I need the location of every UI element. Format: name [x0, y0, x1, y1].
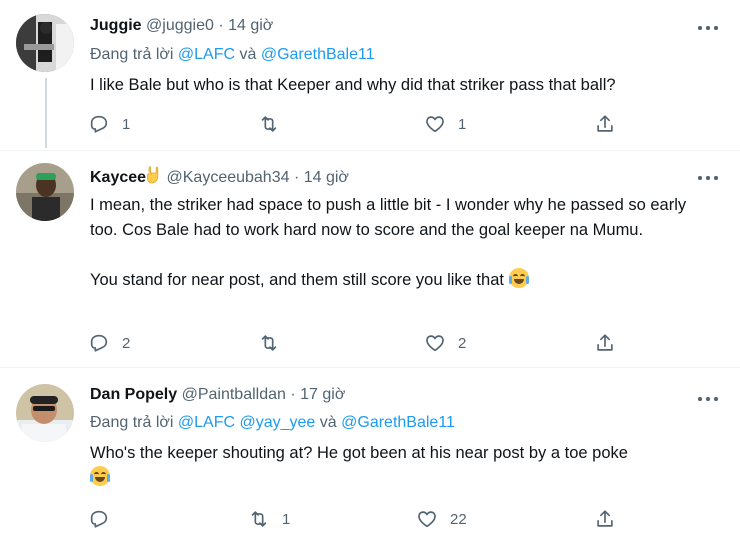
more-icon[interactable]: [696, 392, 720, 406]
display-name[interactable]: Juggie: [90, 17, 142, 34]
tweet-header: Juggie @juggie0 · 14 giờ: [90, 17, 273, 35]
retweet-icon: [261, 116, 277, 132]
reply-count: 2: [122, 334, 131, 352]
reply-button[interactable]: 2: [88, 329, 130, 357]
heart-icon: [426, 335, 444, 352]
tweet-juggie[interactable]: Juggie @juggie0 · 14 giờ Đang trả lời @L…: [0, 0, 740, 150]
tweet-text: I mean, the striker had space to push a …: [90, 193, 710, 293]
mention-link[interactable]: @yay_yee: [239, 414, 315, 431]
tweet-actions: 1 22: [88, 505, 628, 533]
replying-to: Đang trả lời @LAFC @yay_yee và @GarethBa…: [90, 414, 455, 432]
like-count: 2: [458, 334, 467, 352]
heart-icon: [426, 116, 444, 133]
tweet-actions: 2 2: [88, 329, 628, 357]
replying-prefix: Đang trả lời: [90, 414, 174, 431]
like-count: 1: [458, 115, 467, 133]
share-icon: [597, 510, 613, 527]
share-button[interactable]: [594, 505, 616, 533]
reply-icon: [90, 510, 108, 528]
timestamp[interactable]: 14 giờ: [228, 17, 273, 34]
timestamp[interactable]: 17 giờ: [300, 386, 345, 403]
like-count: 22: [450, 510, 467, 528]
replying-and: và: [239, 46, 257, 63]
share-button[interactable]: [594, 110, 616, 138]
more-icon[interactable]: [696, 171, 720, 185]
retweet-button[interactable]: 1: [248, 505, 290, 533]
reply-count: 1: [122, 115, 131, 133]
avatar[interactable]: [16, 14, 74, 72]
emoji-line: [90, 466, 710, 491]
like-button[interactable]: 1: [424, 110, 466, 138]
avatar[interactable]: [16, 163, 74, 221]
tweet-text: Who's the keeper shouting at? He got bee…: [90, 441, 710, 491]
mention-link[interactable]: @GarethBale11: [341, 414, 455, 431]
handle[interactable]: @Kayceeubah34: [167, 169, 290, 186]
mention-link[interactable]: @LAFC: [178, 414, 235, 431]
retweet-button[interactable]: [258, 329, 292, 357]
tweet-actions: 1 1: [88, 110, 628, 138]
more-icon[interactable]: [696, 21, 720, 35]
reply-button[interactable]: [88, 505, 122, 533]
handle[interactable]: @juggie0: [146, 17, 214, 34]
separator-dot: ·: [290, 386, 296, 403]
tears-of-joy-emoji: [508, 268, 529, 288]
separator-dot: ·: [218, 17, 224, 34]
share-icon: [597, 334, 613, 351]
like-button[interactable]: 22: [416, 505, 467, 533]
replying-prefix: Đang trả lời: [90, 46, 174, 63]
mention-link[interactable]: @GarethBale11: [261, 46, 375, 63]
replying-and: và: [319, 414, 337, 431]
heart-icon: [418, 511, 436, 528]
retweet-icon: [251, 511, 267, 527]
display-name[interactable]: Kaycee: [90, 169, 146, 186]
avatar[interactable]: [16, 384, 74, 442]
share-icon: [597, 115, 613, 132]
handle[interactable]: @Paintballdan: [182, 386, 286, 403]
tweet-dan-popely[interactable]: Dan Popely @Paintballdan · 17 giờ Đang t…: [0, 368, 740, 555]
display-name[interactable]: Dan Popely: [90, 386, 177, 403]
tweet-header: Kaycee @Kayceeubah34 · 14 giờ: [90, 166, 349, 187]
reply-icon: [90, 115, 108, 133]
tweet-paragraph: I mean, the striker had space to push a …: [90, 196, 687, 239]
tweet-paragraph-2: You stand for near post, and them still …: [90, 268, 710, 293]
retweet-button[interactable]: [258, 110, 292, 138]
reply-icon: [90, 334, 108, 352]
separator-dot: ·: [293, 169, 300, 186]
retweet-icon: [261, 335, 277, 351]
share-button[interactable]: [594, 329, 616, 357]
thread-connector: [45, 78, 47, 148]
replying-to: Đang trả lời @LAFC và @GarethBale11: [90, 46, 375, 64]
timestamp[interactable]: 14 giờ: [304, 169, 349, 186]
tweet-text: I like Bale but who is that Keeper and w…: [90, 76, 616, 94]
mention-link[interactable]: @LAFC: [178, 46, 235, 63]
tweet-header: Dan Popely @Paintballdan · 17 giờ: [90, 386, 345, 404]
tweet-paragraph-text: You stand for near post, and them still …: [90, 271, 504, 289]
tears-of-joy-emoji: [90, 466, 110, 486]
tweet-paragraph: Who's the keeper shouting at? He got bee…: [90, 444, 628, 462]
reply-button[interactable]: 1: [88, 110, 130, 138]
retweet-count: 1: [282, 510, 291, 528]
rock-hand-emoji: [146, 166, 162, 184]
tweet-kaycee[interactable]: Kaycee @Kayceeubah34 · 14 giờ I mean, th…: [0, 151, 740, 366]
like-button[interactable]: 2: [424, 329, 466, 357]
